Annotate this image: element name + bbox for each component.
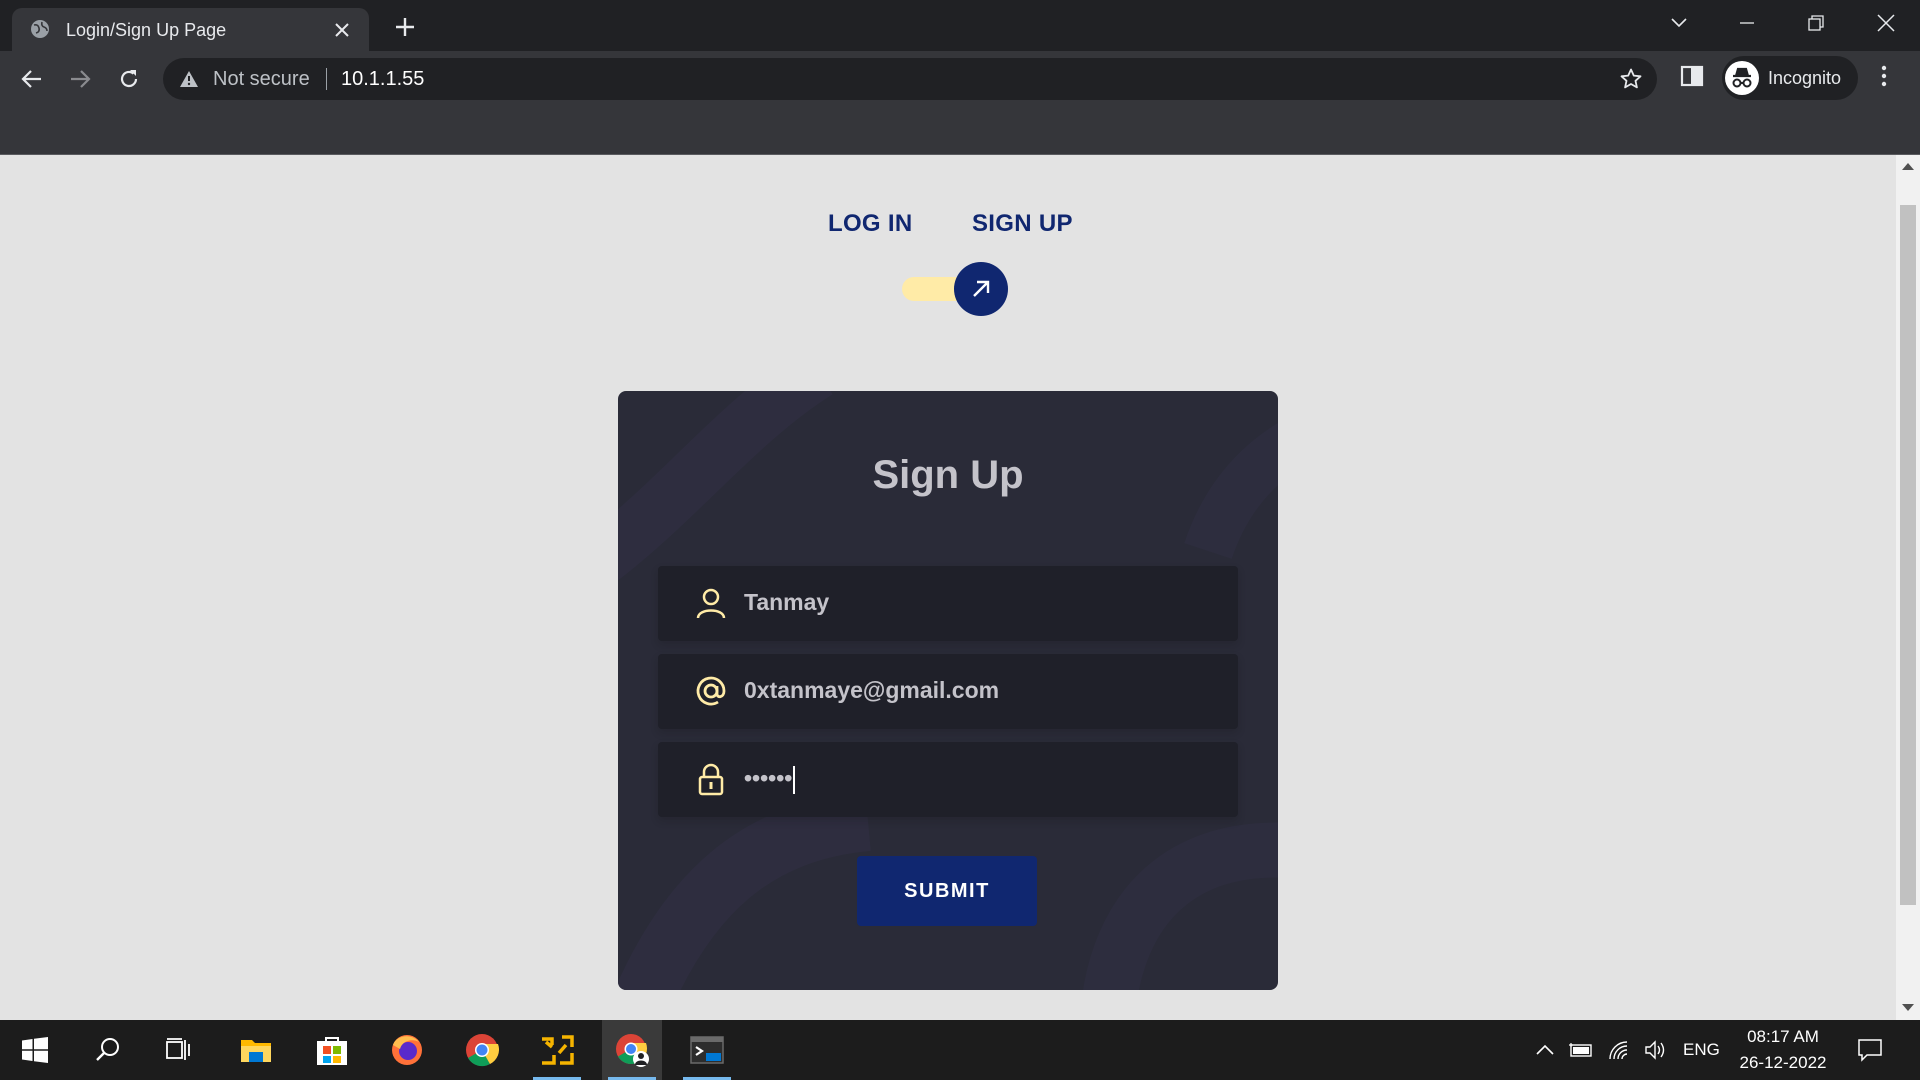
login-tab[interactable]: LOG IN (828, 210, 912, 238)
browser-tab-strip: Login/Sign Up Page (0, 0, 1920, 51)
incognito-indicator[interactable]: Incognito (1722, 56, 1858, 100)
scroll-up-icon[interactable] (1902, 163, 1914, 170)
address-bar[interactable]: Not secure 10.1.1.55 (163, 58, 1657, 100)
start-icon[interactable] (5, 1020, 65, 1080)
card-title: Sign Up (872, 453, 1024, 497)
email-field-value: 0xtanmaye@gmail.com (744, 677, 1000, 703)
microsoft-store-icon[interactable] (302, 1020, 362, 1080)
file-explorer-icon[interactable] (226, 1020, 286, 1080)
more-menu-icon[interactable] (1872, 64, 1896, 88)
password-dots: •••••• (744, 765, 793, 791)
warning-icon[interactable] (179, 69, 199, 89)
show-hidden-icons-icon[interactable] (1531, 1036, 1559, 1064)
url-text[interactable]: 10.1.1.55 (341, 68, 424, 91)
scrollbar-thumb[interactable] (1900, 205, 1916, 905)
page-content: LOG IN SIGN UP Sign Up Tanmay 0xtanmaye@… (0, 155, 1896, 1020)
security-label[interactable]: Not secure (213, 68, 310, 91)
clock-date[interactable]: 26-12-2022 (1735, 1053, 1831, 1073)
minimize-icon[interactable] (1727, 8, 1767, 38)
terminal-icon[interactable] (677, 1020, 737, 1080)
submit-button[interactable]: SUBMIT (857, 856, 1037, 926)
back-icon[interactable] (16, 63, 48, 95)
signup-tab[interactable]: SIGN UP (972, 210, 1073, 238)
text-caret (793, 765, 796, 794)
notifications-icon[interactable] (1856, 1036, 1884, 1064)
mode-tabs: LOG IN SIGN UP (828, 210, 1078, 240)
firefox-icon[interactable] (377, 1020, 437, 1080)
close-window-icon[interactable] (1866, 8, 1906, 38)
arrow-up-right-icon (973, 280, 990, 297)
bookmark-star-icon[interactable] (1619, 67, 1643, 91)
forward-icon[interactable] (64, 63, 96, 95)
close-tab-icon[interactable] (333, 21, 351, 39)
name-field[interactable]: Tanmay (658, 566, 1238, 641)
toggle-knob[interactable] (954, 262, 1008, 316)
network-icon[interactable] (1606, 1036, 1634, 1064)
language-indicator[interactable]: ENG (1683, 1040, 1720, 1060)
name-field-value: Tanmay (744, 589, 830, 615)
windows-taskbar: ENG 08:17 AM 26-12-2022 (0, 1020, 1920, 1080)
search-icon[interactable] (78, 1020, 138, 1080)
password-field-value: •••••• (744, 765, 796, 794)
signup-card: Sign Up Tanmay 0xtanmaye@gmail.com •••••… (618, 391, 1278, 990)
globe-icon (31, 20, 49, 38)
at-sign-icon (696, 676, 726, 706)
chrome-incognito-icon[interactable] (602, 1020, 662, 1080)
email-field[interactable]: 0xtanmaye@gmail.com (658, 654, 1238, 729)
volume-icon[interactable] (1642, 1036, 1670, 1064)
task-view-icon[interactable] (149, 1020, 209, 1080)
tab-title: Login/Sign Up Page (66, 20, 227, 40)
user-icon (696, 588, 726, 619)
page-scrollbar[interactable] (1896, 155, 1920, 1020)
browser-toolbar: Not secure 10.1.1.55 Incognito (0, 51, 1920, 155)
tab-search-icon[interactable] (1659, 8, 1699, 38)
side-panel-icon[interactable] (1680, 64, 1704, 88)
chrome-icon[interactable] (452, 1020, 512, 1080)
browser-tab[interactable]: Login/Sign Up Page (12, 8, 369, 51)
vmware-icon[interactable] (527, 1020, 587, 1080)
restore-icon[interactable] (1796, 8, 1836, 38)
scroll-down-icon[interactable] (1902, 1004, 1914, 1011)
new-tab-icon[interactable] (392, 14, 418, 40)
password-field[interactable]: •••••• (658, 742, 1238, 817)
lock-icon (698, 763, 724, 796)
reload-icon[interactable] (113, 63, 145, 95)
clock-time[interactable]: 08:17 AM (1735, 1027, 1831, 1047)
incognito-label: Incognito (1768, 68, 1842, 88)
omnibox-separator (326, 68, 327, 90)
incognito-icon (1725, 61, 1759, 95)
battery-icon[interactable] (1567, 1036, 1595, 1064)
